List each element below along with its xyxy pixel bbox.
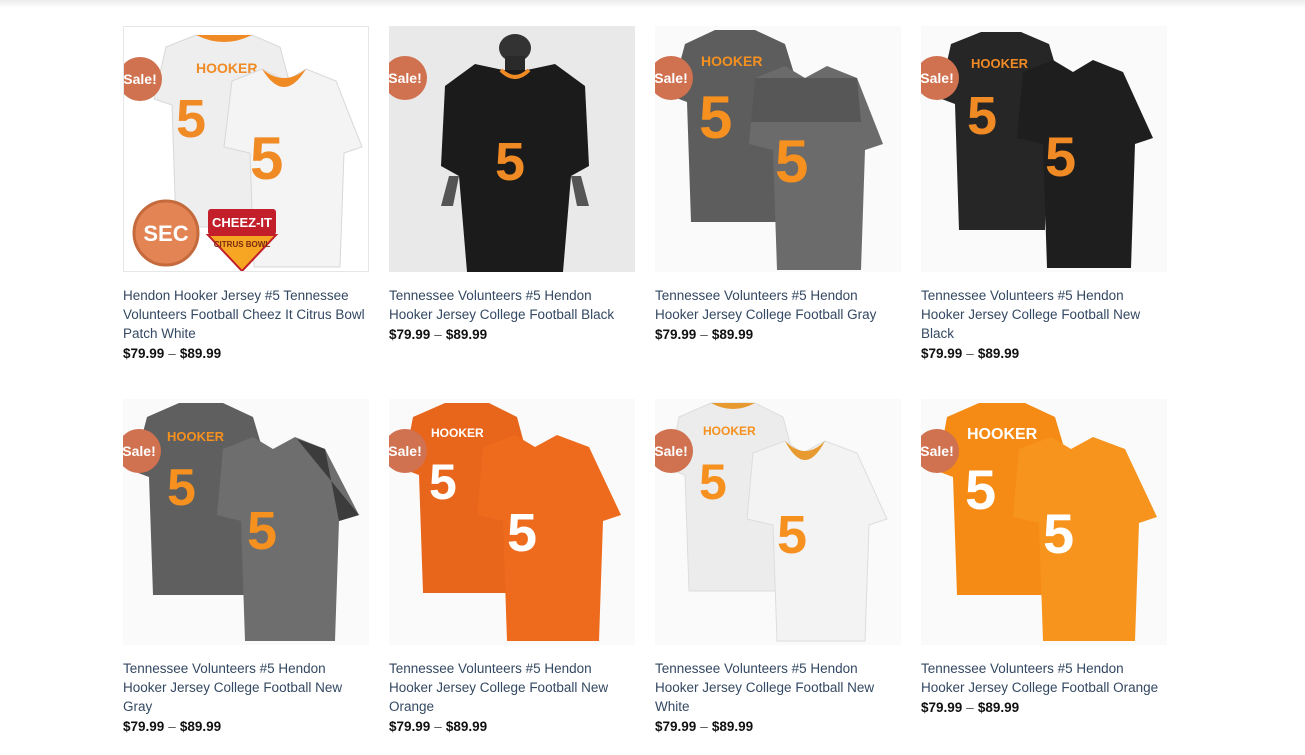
price-max: $89.99 [977, 700, 1020, 715]
jersey-illustration: HOOKER 5 5 SEC CHEEZ-IT CITRUS BOWL [132, 34, 363, 271]
price-max: $89.99 [445, 719, 488, 734]
product-card: HOOKER 5 5 SEC CHEEZ-IT CITRUS BOWL Sale… [123, 26, 369, 363]
price-max: $89.99 [445, 327, 488, 342]
product-price: $79.99– $89.99 [389, 325, 635, 344]
product-card: HOOKER 5 5 Sale! Tennessee Volunteers #5… [921, 399, 1167, 717]
product-price: $79.99– $89.99 [123, 344, 369, 363]
svg-text:5: 5 [507, 503, 537, 563]
jersey-illustration: HOOKER 5 5 [403, 403, 621, 641]
product-price: $79.99– $89.99 [921, 344, 1167, 363]
product-title-link[interactable]: Tennessee Volunteers #5 Hendon Hooker Je… [921, 286, 1167, 343]
svg-text:CHEEZ-IT: CHEEZ-IT [212, 215, 272, 230]
product-title-link[interactable]: Tennessee Volunteers #5 Hendon Hooker Je… [123, 659, 369, 716]
price-min: $79.99 [123, 719, 165, 734]
price-max: $89.99 [977, 346, 1020, 361]
product-card: 5 Sale! Tennessee Volunteers #5 Hendon H… [389, 26, 635, 344]
svg-text:HOOKER: HOOKER [431, 426, 484, 440]
price-max: $89.99 [711, 719, 754, 734]
product-image[interactable]: HOOKER 5 5 SEC CHEEZ-IT CITRUS BOWL Sale… [123, 26, 369, 272]
price-separator: – [966, 346, 974, 361]
price-separator: – [168, 346, 176, 361]
svg-text:5: 5 [965, 458, 996, 521]
product-price: $79.99– $89.99 [921, 698, 1167, 717]
price-min: $79.99 [655, 327, 697, 342]
product-price: $79.99– $89.99 [123, 717, 369, 736]
product-image[interactable]: 5 Sale! [389, 26, 635, 272]
product-image[interactable]: HOOKER 5 5 Sale! [655, 399, 901, 645]
product-image[interactable]: HOOKER 5 5 Sale! [123, 399, 369, 645]
svg-text:5: 5 [495, 132, 525, 192]
sec-patch-icon: SEC [132, 199, 200, 267]
price-min: $79.99 [655, 719, 697, 734]
price-separator: – [966, 700, 974, 715]
svg-text:5: 5 [1043, 502, 1074, 565]
product-title-link[interactable]: Tennessee Volunteers #5 Hendon Hooker Je… [389, 659, 635, 716]
product-title-link[interactable]: Tennessee Volunteers #5 Hendon Hooker Je… [655, 659, 901, 716]
product-card: HOOKER 5 5 Sale! Tennessee Volunteers #5… [123, 399, 369, 736]
jersey-illustration: HOOKER 5 5 [668, 402, 888, 642]
svg-text:HOOKER: HOOKER [967, 426, 1038, 443]
price-separator: – [434, 719, 442, 734]
jersey-illustration: HOOKER 5 5 [937, 403, 1157, 641]
svg-text:5: 5 [247, 501, 277, 561]
product-image[interactable]: HOOKER 5 5 Sale! [921, 399, 1167, 645]
product-title-link[interactable]: Hendon Hooker Jersey #5 Tennessee Volunt… [123, 286, 369, 343]
jersey-illustration: HOOKER 5 5 [939, 32, 1153, 268]
jersey-illustration: HOOKER 5 5 [133, 403, 359, 641]
product-card: HOOKER 5 5 Sale! Tennessee Volunteers #5… [921, 26, 1167, 363]
price-max: $89.99 [711, 327, 754, 342]
svg-text:5: 5 [429, 454, 457, 510]
svg-text:CITRUS BOWL: CITRUS BOWL [214, 240, 271, 249]
price-separator: – [168, 719, 176, 734]
product-card: HOOKER 5 5 Sale! Tennessee Volunteers #5… [655, 26, 901, 344]
jersey-illustration: 5 [441, 34, 589, 272]
svg-text:HOOKER: HOOKER [701, 53, 762, 69]
product-image[interactable]: HOOKER 5 5 Sale! [921, 26, 1167, 272]
price-max: $89.99 [179, 346, 222, 361]
svg-text:5: 5 [777, 505, 807, 565]
product-card: HOOKER 5 5 Sale! Tennessee Volunteers #5… [655, 399, 901, 736]
svg-text:5: 5 [250, 125, 283, 192]
price-min: $79.99 [921, 346, 963, 361]
price-separator: – [700, 719, 708, 734]
svg-text:HOOKER: HOOKER [167, 429, 225, 444]
svg-text:5: 5 [699, 454, 727, 510]
jersey-illustration: HOOKER 5 5 [671, 30, 883, 270]
price-separator: – [434, 327, 442, 342]
price-min: $79.99 [389, 327, 431, 342]
price-separator: – [700, 327, 708, 342]
product-title-link[interactable]: Tennessee Volunteers #5 Hendon Hooker Je… [921, 659, 1167, 697]
product-image[interactable]: HOOKER 5 5 Sale! [389, 399, 635, 645]
svg-text:SEC: SEC [143, 221, 188, 246]
product-price: $79.99– $89.99 [655, 325, 901, 344]
svg-text:HOOKER: HOOKER [703, 424, 756, 438]
svg-text:5: 5 [967, 86, 997, 146]
price-max: $89.99 [179, 719, 222, 734]
product-title-link[interactable]: Tennessee Volunteers #5 Hendon Hooker Je… [655, 286, 901, 324]
header-shadow [0, 0, 1305, 8]
svg-text:HOOKER: HOOKER [196, 60, 257, 76]
svg-text:5: 5 [176, 89, 206, 149]
price-min: $79.99 [921, 700, 963, 715]
product-price: $79.99– $89.99 [389, 717, 635, 736]
svg-text:5: 5 [699, 84, 732, 151]
price-min: $79.99 [389, 719, 431, 734]
svg-text:5: 5 [775, 128, 808, 195]
price-min: $79.99 [123, 346, 165, 361]
svg-text:5: 5 [167, 459, 196, 517]
product-title-link[interactable]: Tennessee Volunteers #5 Hendon Hooker Je… [389, 286, 635, 324]
product-price: $79.99– $89.99 [655, 717, 901, 736]
product-card: HOOKER 5 5 Sale! Tennessee Volunteers #5… [389, 399, 635, 736]
product-image[interactable]: HOOKER 5 5 Sale! [655, 26, 901, 272]
svg-text:HOOKER: HOOKER [971, 56, 1029, 71]
svg-text:5: 5 [1045, 125, 1076, 188]
